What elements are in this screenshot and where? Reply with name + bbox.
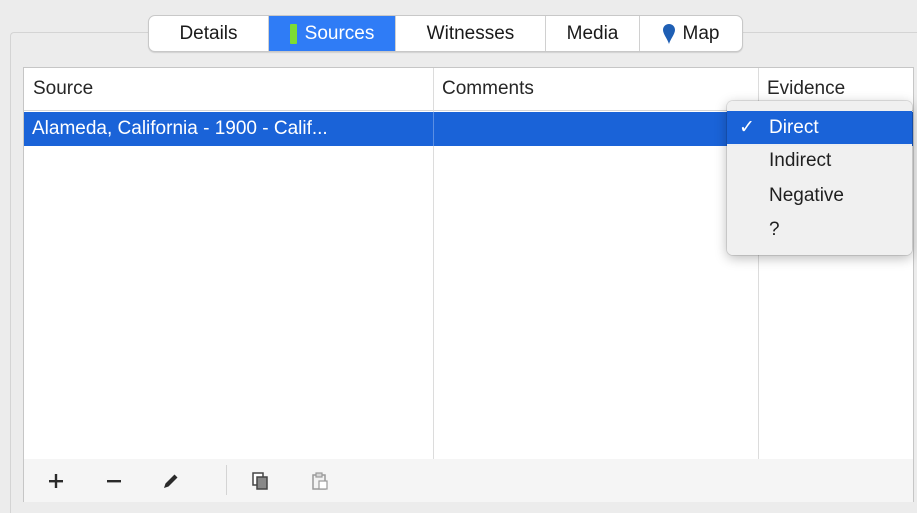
tab-sources[interactable]: Sources bbox=[269, 16, 396, 51]
menu-item-indirect[interactable]: Indirect bbox=[727, 144, 912, 177]
tab-media[interactable]: Media bbox=[546, 16, 640, 51]
tab-details[interactable]: Details bbox=[149, 16, 269, 51]
sources-green-icon bbox=[289, 23, 297, 44]
table-toolbar bbox=[23, 459, 914, 502]
edit-pencil-icon[interactable] bbox=[161, 471, 181, 491]
evidence-popup-menu: ✓ Direct Indirect Negative ? bbox=[727, 101, 912, 255]
tab-details-label: Details bbox=[179, 22, 238, 44]
menu-item-unknown[interactable]: ? bbox=[727, 213, 912, 246]
tab-witnesses-label: Witnesses bbox=[426, 22, 515, 44]
add-icon[interactable] bbox=[46, 471, 66, 491]
column-header-comments[interactable]: Comments bbox=[433, 68, 758, 110]
remove-icon[interactable] bbox=[104, 471, 124, 491]
menu-item-label: Direct bbox=[769, 117, 819, 138]
menu-item-negative[interactable]: Negative bbox=[727, 179, 912, 212]
menu-item-label: ? bbox=[769, 219, 780, 240]
map-pin-icon bbox=[662, 23, 675, 44]
source-cell[interactable]: Alameda, California - 1900 - Calif... bbox=[24, 112, 433, 146]
copy-icon[interactable] bbox=[250, 471, 270, 491]
tab-map-label: Map bbox=[682, 22, 720, 44]
tab-map[interactable]: Map bbox=[640, 16, 742, 51]
menu-item-label: Indirect bbox=[769, 150, 832, 171]
tab-sources-label: Sources bbox=[304, 22, 375, 44]
checkmark-icon: ✓ bbox=[739, 117, 755, 138]
menu-item-direct[interactable]: ✓ Direct bbox=[727, 111, 912, 144]
tab-media-label: Media bbox=[566, 22, 619, 44]
toolbar-separator bbox=[226, 465, 227, 495]
tab-witnesses[interactable]: Witnesses bbox=[396, 16, 546, 51]
tab-bar: Details Sources Witnesses Media Map bbox=[148, 15, 743, 52]
column-header-source[interactable]: Source bbox=[24, 68, 433, 110]
paste-icon[interactable] bbox=[310, 471, 330, 491]
menu-item-label: Negative bbox=[769, 185, 844, 206]
comments-cell[interactable] bbox=[434, 112, 758, 146]
